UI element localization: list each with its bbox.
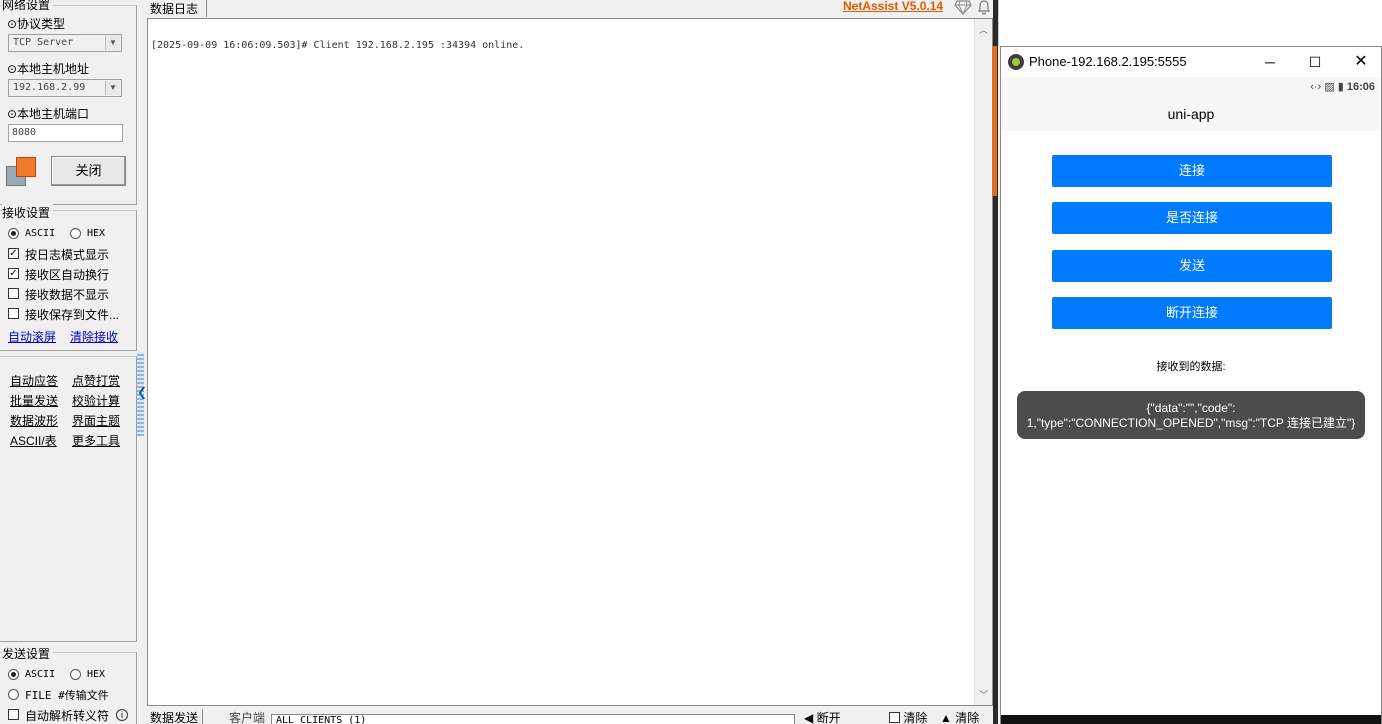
bell-icon[interactable] bbox=[976, 0, 992, 18]
parse-escape-checkbox[interactable] bbox=[8, 709, 19, 720]
tool-checksum[interactable]: 校验计算 bbox=[72, 392, 120, 409]
accent-strip bbox=[992, 46, 997, 196]
tab-data-send[interactable]: 数据发送 bbox=[150, 709, 204, 724]
chevron-down-icon[interactable]: ▼ bbox=[105, 81, 120, 95]
tab-data-log[interactable]: 数据日志 bbox=[147, 0, 207, 17]
log-entry: [2025-09-09 16:06:09.503]# Client 192.16… bbox=[151, 40, 525, 51]
receive-log-area[interactable]: [2025-09-09 16:06:09.503]# Client 192.16… bbox=[147, 18, 993, 706]
tool-auto-reply[interactable]: 自动应答 bbox=[10, 372, 58, 389]
disconnect-button[interactable]: ◀ 断开 bbox=[804, 709, 841, 724]
diamond-icon[interactable] bbox=[954, 0, 972, 18]
received-data-toast: {"data":"","code": 1,"type":"CONNECTION_… bbox=[1017, 391, 1365, 439]
tool-waveform[interactable]: 数据波形 bbox=[10, 412, 58, 429]
send-hex-radio[interactable] bbox=[70, 669, 81, 680]
caret-up-icon: ▲ bbox=[940, 711, 952, 724]
chevron-down-icon[interactable]: ▼ bbox=[105, 36, 120, 50]
send-ascii-label: ASCII bbox=[25, 669, 56, 680]
protocol-value: TCP Server bbox=[13, 37, 74, 48]
close-button[interactable]: 关闭 bbox=[51, 156, 126, 186]
chevron-left-icon[interactable]: ❮ bbox=[137, 385, 147, 399]
clear-checkbox[interactable] bbox=[889, 712, 900, 723]
host-value: 192.168.2.99 bbox=[13, 82, 86, 93]
tool-ascii-table[interactable]: ASCII/表 bbox=[10, 432, 57, 449]
parse-escape-label: 自动解析转义符 bbox=[25, 709, 110, 723]
android-status-bar: ‹·› ▨ ▮ 16:06 bbox=[1001, 77, 1381, 97]
desktop-background bbox=[998, 0, 1382, 46]
received-data-line-2: 1,"type":"CONNECTION_OPENED","msg":"TCP … bbox=[1026, 416, 1356, 430]
tool-more[interactable]: 更多工具 bbox=[72, 432, 120, 449]
protocol-label: ⊙协议类型 bbox=[7, 17, 66, 31]
app-nav-bar: uni-app bbox=[1001, 97, 1381, 131]
send-ascii-radio[interactable] bbox=[8, 669, 19, 680]
clear-label-1: 清除 bbox=[903, 711, 928, 724]
app-title: uni-app bbox=[1167, 106, 1215, 122]
auto-wrap-label: 接收区自动换行 bbox=[25, 268, 110, 282]
tool-donate[interactable]: 点赞打赏 bbox=[72, 372, 120, 389]
auto-wrap-checkbox[interactable]: ✓ bbox=[8, 268, 19, 279]
android-icon bbox=[1008, 54, 1024, 70]
received-data-label: 接收到的数据: bbox=[1156, 361, 1226, 373]
clear-history-button[interactable]: ▲ 清除 bbox=[940, 709, 979, 724]
disconnect-app-button[interactable]: 断开连接 bbox=[1052, 297, 1332, 329]
host-select[interactable]: 192.168.2.99 ▼ bbox=[8, 79, 122, 97]
recv-hex-radio[interactable] bbox=[70, 228, 81, 239]
client-label: 客户端 bbox=[229, 711, 266, 724]
connect-button[interactable]: 连接 bbox=[1052, 155, 1332, 187]
send-settings-title: 发送设置 bbox=[2, 645, 54, 662]
send-hex-label: HEX bbox=[87, 669, 106, 680]
maximize-button[interactable]: ☐ bbox=[1300, 51, 1330, 73]
connection-status-icon bbox=[6, 157, 38, 187]
phone-window-title: Phone-192.168.2.195:5555 bbox=[1029, 54, 1187, 69]
clear-send-button[interactable]: 清除 bbox=[889, 709, 927, 724]
phone-titlebar[interactable]: Phone-192.168.2.195:5555 ─ ☐ ✕ bbox=[1001, 47, 1381, 77]
battery-icon: ▮ bbox=[1337, 81, 1344, 93]
disconnect-icon: ◀ bbox=[804, 711, 814, 724]
clients-select[interactable]: ALL CLIENTS (1) bbox=[271, 714, 795, 724]
data-transfer-icon: ‹·› bbox=[1310, 81, 1322, 93]
settings-sidebar: 网络设置 ⊙协议类型 TCP Server ▼ ⊙本地主机地址 192.168.… bbox=[0, 0, 137, 724]
log-scrollbar[interactable]: ︿ ﹀ bbox=[974, 19, 992, 705]
autoscroll-link[interactable]: 自动滚屏 bbox=[8, 328, 56, 345]
status-time: 16:06 bbox=[1346, 81, 1375, 93]
log-mode-label: 按日志模式显示 bbox=[25, 248, 110, 262]
no-sim-icon: ▨ bbox=[1324, 81, 1335, 93]
receive-settings-title: 接收设置 bbox=[2, 204, 54, 221]
send-file-radio[interactable] bbox=[8, 689, 19, 700]
save-to-file-label: 接收保存到文件... bbox=[25, 308, 120, 322]
hide-data-label: 接收数据不显示 bbox=[25, 288, 110, 302]
host-label: ⊙本地主机地址 bbox=[7, 62, 90, 76]
brand-version-link[interactable]: NetAssist V5.0.14 bbox=[843, 0, 943, 13]
disconnect-label: 断开 bbox=[816, 711, 841, 724]
clear-label-2: 清除 bbox=[955, 711, 980, 724]
phone-mirror-window: Phone-192.168.2.195:5555 ─ ☐ ✕ ‹·› ▨ ▮ 1… bbox=[1000, 46, 1382, 724]
scroll-down-icon[interactable]: ﹀ bbox=[979, 688, 988, 701]
port-label: ⊙本地主机端口 bbox=[7, 107, 90, 121]
info-icon[interactable]: i bbox=[116, 709, 128, 721]
recv-hex-label: HEX bbox=[87, 228, 106, 239]
send-button[interactable]: 发送 bbox=[1052, 250, 1332, 282]
save-to-file-checkbox[interactable] bbox=[8, 308, 19, 319]
send-file-label: FILE #传输文件 bbox=[25, 689, 109, 702]
clear-receive-link[interactable]: 清除接收 bbox=[70, 328, 118, 345]
protocol-select[interactable]: TCP Server ▼ bbox=[8, 34, 122, 52]
minimize-button[interactable]: ─ bbox=[1255, 51, 1285, 73]
tool-batch-send[interactable]: 批量发送 bbox=[10, 392, 58, 409]
tool-theme[interactable]: 界面主题 bbox=[72, 412, 120, 429]
phone-bottom-bar bbox=[1001, 715, 1381, 724]
scroll-up-icon[interactable]: ︿ bbox=[979, 23, 988, 36]
port-input[interactable]: 8080 bbox=[8, 124, 123, 142]
close-window-button[interactable]: ✕ bbox=[1346, 51, 1376, 73]
recv-ascii-label: ASCII bbox=[25, 228, 56, 239]
log-mode-checkbox[interactable]: ✓ bbox=[8, 248, 19, 259]
network-settings-title: 网络设置 bbox=[2, 0, 54, 13]
received-data-line-1: {"data":"","code": bbox=[1146, 401, 1236, 415]
status-icons: ‹·› ▨ ▮ 16:06 bbox=[1310, 80, 1375, 93]
recv-ascii-radio[interactable] bbox=[8, 228, 19, 239]
hide-data-checkbox[interactable] bbox=[8, 288, 19, 299]
check-connection-button[interactable]: 是否连接 bbox=[1052, 202, 1332, 234]
